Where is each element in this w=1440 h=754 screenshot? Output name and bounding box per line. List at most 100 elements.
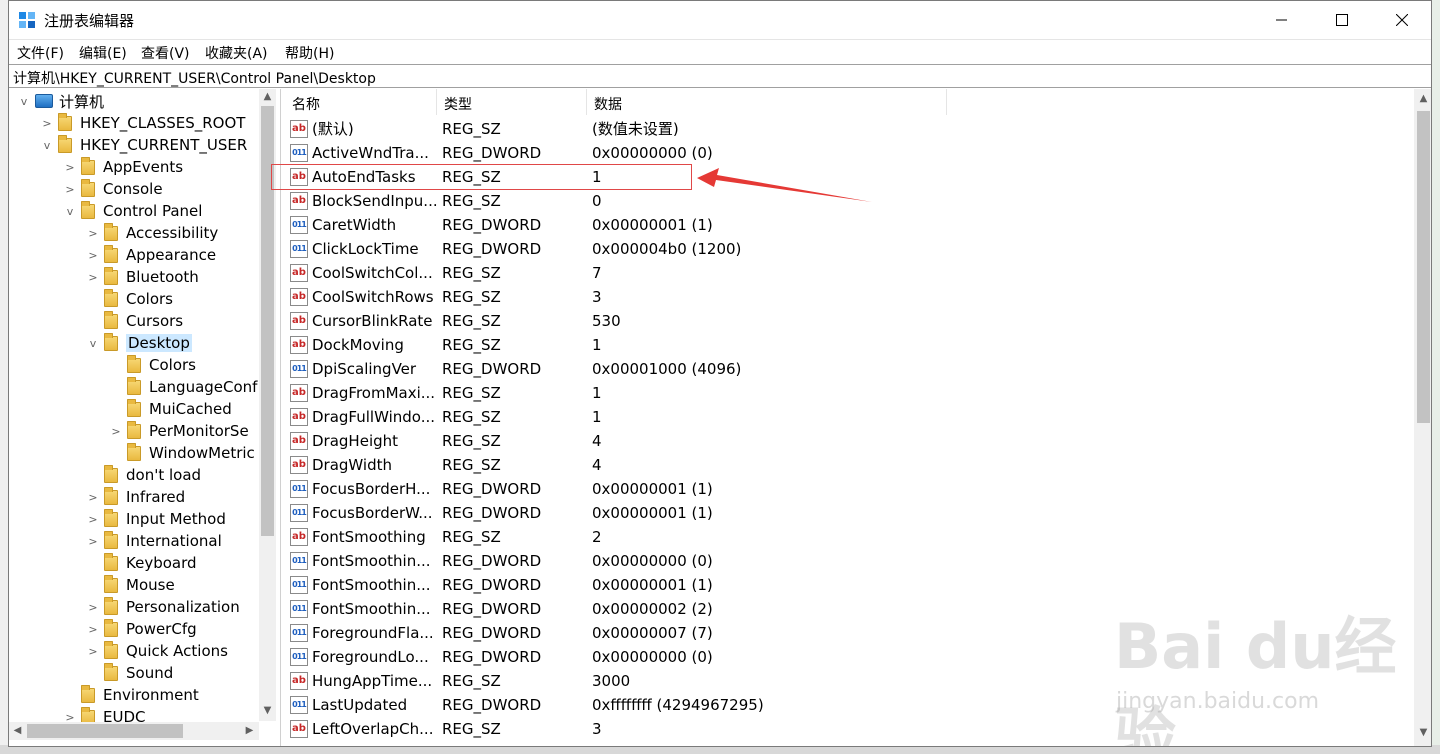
value-row[interactable]: 011 FocusBorderH... REG_DWORD 0x00000001 (1… xyxy=(285,477,1405,501)
chevron-right-icon[interactable]: > xyxy=(86,271,100,284)
tree-node[interactable]: v HKEY_CURRENT_USER xyxy=(40,134,247,156)
tree-node[interactable]: Environment xyxy=(63,684,199,706)
maximize-button[interactable] xyxy=(1312,1,1372,39)
value-row[interactable]: ab DragFromMaxi... REG_SZ 1 xyxy=(285,381,1405,405)
value-row[interactable]: 011 ActiveWndTra... REG_DWORD 0x00000000 (0… xyxy=(285,141,1405,165)
value-name: ForegroundLo... xyxy=(312,648,429,666)
menu-file[interactable]: 文件(F) xyxy=(17,43,64,63)
value-row[interactable]: ab CursorBlinkRate REG_SZ 530 xyxy=(285,309,1405,333)
menu-favorites[interactable]: 收藏夹(A) xyxy=(205,43,268,63)
folder-icon xyxy=(104,596,118,615)
chevron-right-icon[interactable]: > xyxy=(63,161,77,174)
scroll-left-icon[interactable]: ◀ xyxy=(9,725,26,736)
title-bar[interactable]: 注册表编辑器 xyxy=(9,1,1431,39)
folder-icon xyxy=(104,530,118,549)
values-scroll-thumb[interactable] xyxy=(1417,111,1430,423)
tree-node-label: MuiCached xyxy=(149,400,232,418)
value-name: FontSmoothin... xyxy=(312,576,431,594)
column-header-data[interactable]: 数据 xyxy=(587,89,947,115)
tree-node[interactable]: don't load xyxy=(86,464,201,486)
chevron-right-icon[interactable]: > xyxy=(86,513,100,526)
tree-node[interactable]: > Bluetooth xyxy=(86,266,199,288)
tree-node[interactable]: Sound xyxy=(86,662,173,684)
scroll-up-icon[interactable]: ▲ xyxy=(1415,93,1431,104)
chevron-down-icon[interactable]: v xyxy=(63,205,77,218)
chevron-right-icon[interactable]: > xyxy=(109,425,123,438)
tree-node-label: WindowMetric xyxy=(149,444,255,462)
tree-node[interactable]: > Console xyxy=(63,178,163,200)
value-row[interactable]: ab (默认) REG_SZ (数值未设置) xyxy=(285,117,1405,141)
address-bar[interactable]: 计算机\HKEY_CURRENT_USER\Control Panel\Desk… xyxy=(9,64,1431,88)
chevron-down-icon[interactable]: v xyxy=(17,95,31,108)
value-row[interactable]: ab DragHeight REG_SZ 4 xyxy=(285,429,1405,453)
chevron-right-icon[interactable]: > xyxy=(86,535,100,548)
tree-node[interactable]: > Appearance xyxy=(86,244,216,266)
value-row[interactable]: ab DockMoving REG_SZ 1 xyxy=(285,333,1405,357)
chevron-right-icon[interactable]: > xyxy=(86,227,100,240)
value-row[interactable]: ab CoolSwitchCol... REG_SZ 7 xyxy=(285,261,1405,285)
binary-value-icon: 011 xyxy=(290,360,308,378)
scroll-up-icon[interactable]: ▲ xyxy=(259,91,276,102)
value-data: 1 xyxy=(592,336,602,354)
value-name: ForegroundFla... xyxy=(312,624,434,642)
menu-help[interactable]: 帮助(H) xyxy=(285,43,334,63)
chevron-right-icon[interactable]: > xyxy=(86,491,100,504)
tree-node[interactable]: v Desktop xyxy=(86,332,192,354)
tree-node[interactable]: Colors xyxy=(109,354,196,376)
value-row[interactable]: ab DragWidth REG_SZ 4 xyxy=(285,453,1405,477)
chevron-right-icon[interactable]: > xyxy=(86,623,100,636)
menu-edit[interactable]: 编辑(E) xyxy=(79,43,127,63)
scroll-down-icon[interactable]: ▼ xyxy=(259,705,276,716)
tree-node[interactable]: WindowMetric xyxy=(109,442,255,464)
tree-node[interactable]: Colors xyxy=(86,288,173,310)
chevron-right-icon[interactable]: > xyxy=(86,249,100,262)
chevron-down-icon[interactable]: v xyxy=(86,337,100,350)
minimize-button[interactable] xyxy=(1252,1,1312,39)
tree-node[interactable]: > AppEvents xyxy=(63,156,183,178)
scroll-right-icon[interactable]: ▶ xyxy=(241,725,258,736)
value-type: REG_DWORD xyxy=(442,624,542,642)
chevron-right-icon[interactable]: > xyxy=(63,183,77,196)
tree-node[interactable]: > HKEY_CLASSES_ROOT xyxy=(40,112,245,134)
chevron-right-icon[interactable]: > xyxy=(86,601,100,614)
tree-node[interactable]: LanguageConf xyxy=(109,376,257,398)
tree-node[interactable]: Keyboard xyxy=(86,552,197,574)
chevron-down-icon[interactable]: v xyxy=(40,139,54,152)
tree-node[interactable]: Mouse xyxy=(86,574,175,596)
tree-node[interactable]: > Infrared xyxy=(86,486,185,508)
value-type: REG_SZ xyxy=(442,384,501,402)
tree-node[interactable]: v 计算机 xyxy=(17,90,104,112)
value-row[interactable]: 011 FontSmoothin... REG_DWORD 0x00000000 (0… xyxy=(285,549,1405,573)
tree-hscroll-thumb[interactable] xyxy=(27,724,183,738)
folder-icon xyxy=(104,574,118,593)
close-button[interactable] xyxy=(1372,1,1431,39)
column-header-type[interactable]: 类型 xyxy=(437,89,587,115)
value-name: CaretWidth xyxy=(312,216,397,234)
tree-node[interactable]: > Personalization xyxy=(86,596,240,618)
tree-node[interactable]: > International xyxy=(86,530,222,552)
value-row[interactable]: ab DragFullWindo... REG_SZ 1 xyxy=(285,405,1405,429)
value-row[interactable]: ab FontSmoothing REG_SZ 2 xyxy=(285,525,1405,549)
value-type: REG_SZ xyxy=(442,336,501,354)
value-row[interactable]: 011 ClickLockTime REG_DWORD 0x000004b0 (120… xyxy=(285,237,1405,261)
tree-node[interactable]: > PerMonitorSe xyxy=(109,420,249,442)
tree-node[interactable]: > PowerCfg xyxy=(86,618,197,640)
value-row[interactable]: 011 CaretWidth REG_DWORD 0x00000001 (1) xyxy=(285,213,1405,237)
tree-node[interactable]: v Control Panel xyxy=(63,200,202,222)
tree-horizontal-scrollbar[interactable]: ◀ ▶ xyxy=(9,722,259,740)
folder-icon xyxy=(127,442,141,461)
value-row[interactable]: ab CoolSwitchRows REG_SZ 3 xyxy=(285,285,1405,309)
value-row[interactable]: 011 DpiScalingVer REG_DWORD 0x00001000 (409… xyxy=(285,357,1405,381)
tree-node[interactable]: MuiCached xyxy=(109,398,232,420)
value-row[interactable]: 011 FocusBorderW... REG_DWORD 0x00000001 (1… xyxy=(285,501,1405,525)
folder-icon xyxy=(104,508,118,527)
value-row[interactable]: 011 FontSmoothin... REG_DWORD 0x00000001 (1… xyxy=(285,573,1405,597)
tree-node[interactable]: Cursors xyxy=(86,310,183,332)
chevron-right-icon[interactable]: > xyxy=(86,645,100,658)
tree-node[interactable]: > Quick Actions xyxy=(86,640,228,662)
column-header-name[interactable]: 名称 xyxy=(285,89,437,115)
tree-node[interactable]: > Input Method xyxy=(86,508,226,530)
tree-node[interactable]: > Accessibility xyxy=(86,222,218,244)
menu-view[interactable]: 查看(V) xyxy=(141,43,190,63)
chevron-right-icon[interactable]: > xyxy=(40,117,54,130)
